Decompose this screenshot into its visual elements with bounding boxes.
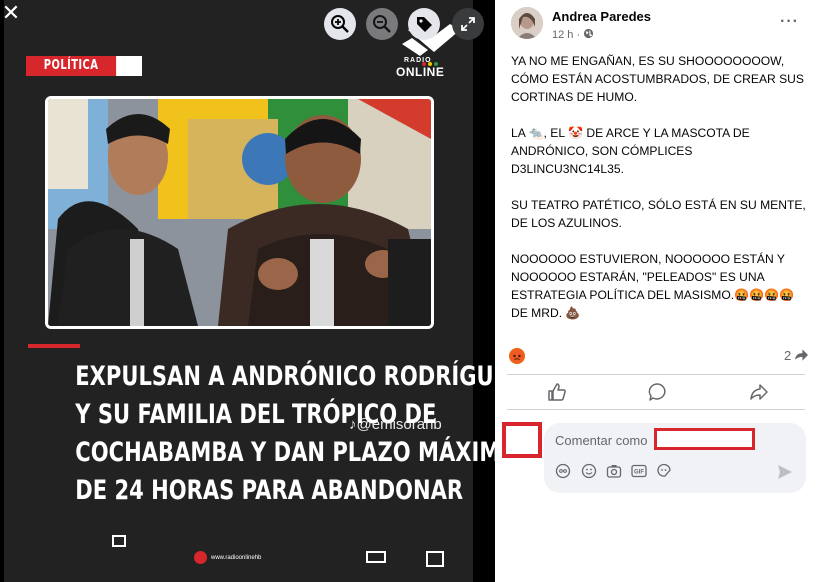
like-button[interactable] xyxy=(546,381,568,403)
svg-text:GIF: GIF xyxy=(634,470,644,476)
post-body: YA NO ME ENGAÑAN, ES SU SHOOOOOOOOW, CÓM… xyxy=(511,52,807,340)
close-viewer-button[interactable]: ✕ xyxy=(0,0,22,30)
headline-line: COCHABAMBA Y DAN PLAZO MÁXIMO xyxy=(75,437,495,468)
tag-button[interactable] xyxy=(408,8,440,40)
square-icon xyxy=(366,551,386,563)
emoji-icon xyxy=(581,463,597,479)
send-icon xyxy=(778,465,792,479)
current-user-avatar-redacted xyxy=(502,422,542,458)
more-options-button[interactable]: ··· xyxy=(780,13,799,31)
comment-input[interactable]: Comentar como GIF xyxy=(544,423,806,493)
sticker-icon xyxy=(657,463,671,477)
comment-button[interactable] xyxy=(647,381,669,403)
like-icon xyxy=(548,383,566,401)
news-card-image: POLÍTICA RADIO ONLINE EXPULSAN A ANDRÓNI… xyxy=(4,0,495,582)
redacted-username xyxy=(654,428,755,450)
headline-line: DE 24 HORAS PARA ABANDONAR xyxy=(75,475,464,506)
author-name[interactable]: Andrea Paredes xyxy=(552,9,651,24)
zoom-out-button[interactable] xyxy=(366,8,398,40)
dot-separator: · xyxy=(576,29,584,41)
post-panel: Andrea Paredes 12 h · ··· YA NO ME ENGAÑ… xyxy=(495,0,817,582)
share-icon xyxy=(750,384,768,400)
logo-radio-text: RADIO xyxy=(404,57,432,64)
gif-button[interactable]: GIF xyxy=(631,463,647,479)
avatar-sticker-button[interactable] xyxy=(555,463,571,479)
post-paragraph: YA NO ME ENGAÑAN, ES SU SHOOOOOOOOW, CÓM… xyxy=(511,54,804,104)
footer-url: www.radioonlinehb xyxy=(211,555,262,561)
section-tag: POLÍTICA xyxy=(26,56,142,76)
watermark-text: @emisorahb xyxy=(356,416,442,433)
globe-icon xyxy=(194,551,207,564)
avatar-sticker-icon xyxy=(555,463,571,479)
emoji-button[interactable] xyxy=(581,463,597,479)
post-paragraph: SU TEATRO PATÉTICO, SÓLO ESTÁ EN SU MENT… xyxy=(511,198,806,230)
section-label: POLÍTICA xyxy=(26,56,117,76)
post-time[interactable]: 12 h xyxy=(552,29,573,41)
comment-placeholder: Comentar como xyxy=(555,433,648,448)
tiktok-watermark: ♪@emisorahb xyxy=(349,416,442,433)
square-icon xyxy=(112,535,126,547)
close-icon: ✕ xyxy=(1,1,21,26)
send-comment-button[interactable] xyxy=(776,463,794,481)
post-paragraph: LA 🐀, EL 🤡 DE ARCE Y LA MASCOTA DE ANDRÓ… xyxy=(511,126,750,176)
headline: EXPULSAN A ANDRÓNICO RODRÍGUEZ Y SU FAMI… xyxy=(75,358,495,510)
headline-line: EXPULSAN A ANDRÓNICO RODRÍGUEZ xyxy=(75,361,495,392)
expand-icon xyxy=(461,17,475,31)
gif-icon: GIF xyxy=(631,464,647,478)
media-viewer: POLÍTICA RADIO ONLINE EXPULSAN A ANDRÓNI… xyxy=(0,0,495,582)
share-count[interactable]: 2 xyxy=(784,348,808,363)
share-small-icon xyxy=(794,349,808,361)
zoom-in-button[interactable] xyxy=(324,8,356,40)
tag-icon xyxy=(417,17,432,32)
globe-icon xyxy=(584,28,594,39)
divider xyxy=(507,409,805,410)
angry-reaction-icon[interactable] xyxy=(509,348,525,364)
author-avatar[interactable] xyxy=(511,7,543,39)
headline-accent-bar xyxy=(28,344,80,348)
zoom-out-icon xyxy=(373,15,391,33)
photo-button[interactable] xyxy=(606,463,622,479)
news-photo xyxy=(45,96,434,329)
sticker-button[interactable] xyxy=(656,463,672,479)
share-button[interactable] xyxy=(748,381,770,403)
square-icon xyxy=(426,551,444,567)
share-count-value: 2 xyxy=(784,348,792,363)
zoom-in-icon xyxy=(331,15,349,33)
post-paragraph: NOOOOOO ESTUVIERON, NOOOOOO ESTÁN Y NOOO… xyxy=(511,252,795,320)
logo-online-text: ONLINE xyxy=(396,65,445,79)
expand-button[interactable] xyxy=(452,8,484,40)
post-meta: 12 h · xyxy=(552,28,594,41)
divider xyxy=(507,374,805,375)
camera-icon xyxy=(606,465,622,478)
comment-icon xyxy=(648,383,666,401)
